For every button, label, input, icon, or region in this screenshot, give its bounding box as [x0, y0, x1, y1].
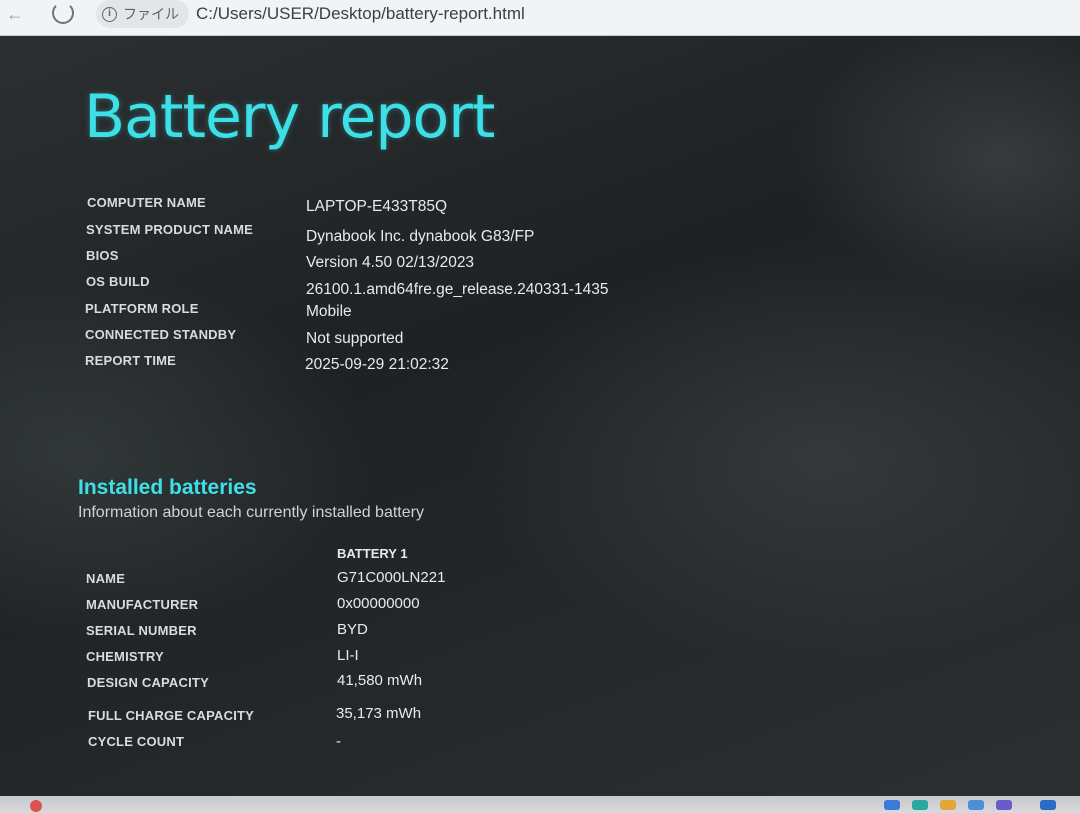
- section-description: Information about each currently install…: [78, 504, 424, 521]
- page-title: Battery report: [84, 82, 495, 152]
- info-label: COMPUTER NAME: [87, 195, 206, 210]
- app-icon[interactable]: [884, 800, 900, 810]
- back-arrow-icon[interactable]: ←: [6, 4, 24, 25]
- app-icon[interactable]: [912, 800, 928, 810]
- battery-label: NAME: [86, 571, 126, 586]
- battery-label: DESIGN CAPACITY: [87, 675, 209, 690]
- info-value: Dynabook Inc. dynabook G83/FP: [306, 228, 535, 245]
- battery-value: 35,173 mWh: [336, 705, 422, 722]
- battery-value: -: [336, 733, 341, 750]
- info-value: Mobile: [306, 303, 352, 320]
- info-value: 2025-09-29 21:02:32: [305, 356, 449, 373]
- reload-icon[interactable]: [52, 2, 74, 24]
- battery-label: CYCLE COUNT: [88, 734, 185, 749]
- battery-value: 0x00000000: [337, 595, 420, 612]
- battery-value: 41,580 mWh: [337, 672, 423, 689]
- battery-column-header: BATTERY 1: [337, 546, 408, 561]
- info-label: BIOS: [86, 248, 119, 263]
- app-icon[interactable]: [996, 800, 1012, 810]
- site-info-label: ファイル: [123, 6, 179, 22]
- app-icon[interactable]: [1040, 800, 1056, 810]
- info-label: SYSTEM PRODUCT NAME: [86, 222, 254, 237]
- battery-value: LI-I: [337, 647, 359, 664]
- battery-label: CHEMISTRY: [86, 649, 164, 664]
- app-icon[interactable]: [30, 800, 42, 812]
- report-page: Battery report COMPUTER NAME LAPTOP-E433…: [0, 36, 1080, 796]
- taskbar: [0, 796, 1080, 813]
- info-label: OS BUILD: [86, 274, 150, 289]
- app-icon[interactable]: [940, 800, 956, 810]
- battery-label: SERIAL NUMBER: [86, 623, 197, 638]
- info-icon: i: [102, 6, 117, 22]
- info-value: Version 4.50 02/13/2023: [306, 254, 475, 271]
- site-info-chip[interactable]: i ファイル: [96, 0, 189, 28]
- info-value: LAPTOP-E433T85Q: [306, 198, 448, 215]
- app-icon[interactable]: [968, 800, 984, 810]
- info-label: PLATFORM ROLE: [85, 301, 199, 316]
- info-label: REPORT TIME: [85, 353, 177, 368]
- battery-label: FULL CHARGE CAPACITY: [88, 708, 255, 723]
- battery-value: BYD: [337, 621, 368, 638]
- info-value: 26100.1.amd64fre.ge_release.240331-1435: [306, 281, 609, 298]
- battery-value: G71C000LN221: [337, 569, 446, 586]
- address-bar: ← i ファイル C:/Users/USER/Desktop/battery-r…: [0, 0, 1080, 36]
- info-value: Not supported: [306, 330, 404, 347]
- section-title: Installed batteries: [78, 476, 257, 499]
- info-label: CONNECTED STANDBY: [85, 327, 237, 342]
- battery-label: MANUFACTURER: [86, 597, 199, 612]
- url-text[interactable]: C:/Users/USER/Desktop/battery-report.htm…: [196, 4, 525, 24]
